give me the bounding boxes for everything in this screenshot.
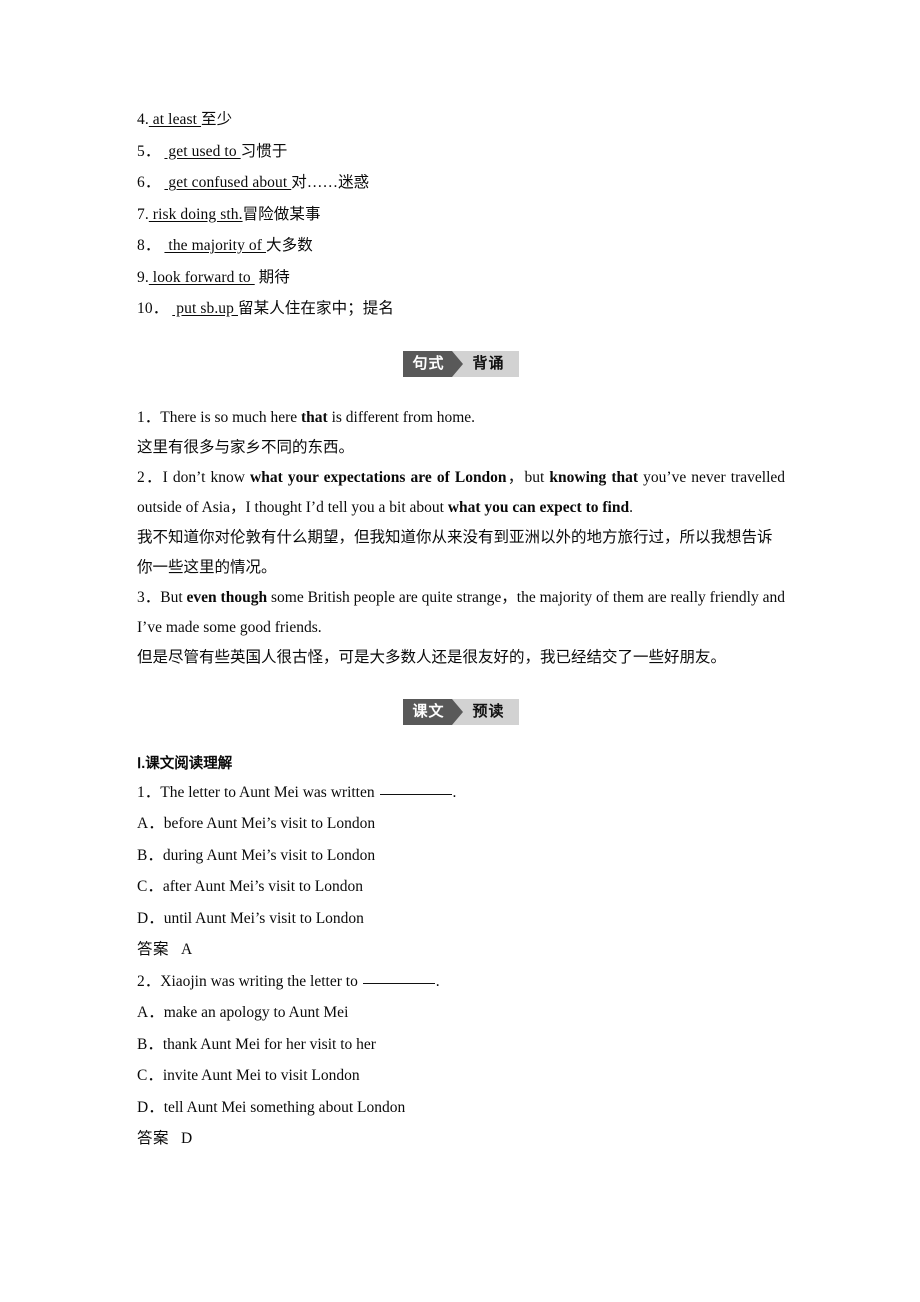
banner-arrow-icon <box>451 350 467 377</box>
answer-value: A <box>181 941 193 958</box>
phrase-chinese: 留某人住在家中；提名 <box>238 300 395 317</box>
section-banner-text-wrap: 课文 预读 <box>137 698 785 725</box>
question-option[interactable]: D．until Aunt Mei’s visit to London <box>137 903 785 935</box>
phrase-number: 10． <box>137 300 169 317</box>
sentence-chinese: 我不知道你对伦敦有什么期望，但我知道你从来没有到亚洲以外的地方旅行过，所以我想告… <box>137 528 773 576</box>
sentence-bold-fragment: knowing that <box>549 468 639 486</box>
sentence-fragment: is different from home. <box>327 408 476 426</box>
banner-dark-label: 课文 <box>403 698 452 725</box>
sentence-fragment: . <box>629 498 633 516</box>
phrase-row: 8． the majority of 大多数 <box>137 230 785 262</box>
section-banner-sentence: 句式 背诵 <box>403 350 519 377</box>
phrase-number: 7. <box>137 205 149 223</box>
question-option[interactable]: A．make an apology to Aunt Mei <box>137 997 785 1029</box>
answer-label: 答案 <box>137 1130 170 1147</box>
banner-light-label: 预读 <box>472 702 505 720</box>
banner-light-label: 背诵 <box>472 354 505 372</box>
answer-label: 答案 <box>137 941 170 958</box>
page-content: 4. at least 至少 5． get used to 习惯于 6． get c… <box>137 104 785 1155</box>
phrase-english: get used to <box>164 142 241 160</box>
sentence-bold-fragment: what you can expect to find <box>447 498 630 516</box>
phrase-chinese: 冒险做某事 <box>242 205 321 223</box>
phrase-list: 4. at least 至少 5． get used to 习惯于 6． get c… <box>137 104 785 325</box>
answer-blank[interactable] <box>362 982 435 984</box>
sentence-chinese: 但是尽管有些英国人很古怪，可是大多数人还是很友好的，我已经结交了一些好朋友。 <box>137 648 727 666</box>
sentence-fragment: 3．But <box>137 588 187 606</box>
answer-value: D <box>181 1130 193 1147</box>
phrase-number: 8． <box>137 237 161 254</box>
sentence-fragment: 2．I don’t know <box>137 468 251 486</box>
sentence-bold-fragment: that <box>301 408 328 426</box>
phrase-chinese: 期待 <box>254 268 290 286</box>
phrase-row: 10． put sb.up 留某人住在家中；提名 <box>137 293 785 325</box>
question-option[interactable]: C．invite Aunt Mei to visit London <box>137 1060 785 1092</box>
question-stem-punctuation: . <box>435 972 440 990</box>
reading-question-list: 1．The letter to Aunt Mei was written . A．… <box>137 777 785 1155</box>
question-stem-text: 2．Xiaojin was writing the letter to <box>137 972 362 990</box>
sentence-english: 2．I don’t know what your expectations ar… <box>137 463 785 523</box>
answer-blank[interactable] <box>379 793 452 795</box>
phrase-english: look forward to <box>148 268 255 286</box>
phrase-row: 5． get used to 习惯于 <box>137 136 785 168</box>
sentence-pattern-list: 1．There is so much here that is differen… <box>137 403 785 673</box>
sentence-fragment: 1．There is so much here <box>137 408 301 426</box>
phrase-chinese: 对……迷惑 <box>291 174 370 191</box>
question-option[interactable]: A．before Aunt Mei’s visit to London <box>137 808 785 840</box>
phrase-row: 4. at least 至少 <box>137 104 785 136</box>
phrase-row: 9. look forward to 期待 <box>137 262 785 294</box>
phrase-number: 4. <box>137 111 149 128</box>
phrase-row: 7. risk doing sth.冒险做某事 <box>137 199 785 231</box>
section-banner-sentence-wrap: 句式 背诵 <box>137 350 785 377</box>
reading-section-heading: Ⅰ.课文阅读理解 <box>137 755 233 772</box>
phrase-row: 6． get confused about 对……迷惑 <box>137 167 785 199</box>
question-stem-text: 1．The letter to Aunt Mei was written <box>137 783 379 801</box>
sentence-bold-fragment: even though <box>186 588 268 606</box>
phrase-chinese: 至少 <box>201 111 233 128</box>
section-banner-text: 课文 预读 <box>403 698 519 725</box>
banner-dark-label: 句式 <box>403 350 452 377</box>
phrase-english: at least <box>148 111 202 128</box>
sentence-chinese: 这里有很多与家乡不同的东西。 <box>137 438 355 456</box>
phrase-number: 9. <box>137 268 149 286</box>
phrase-english: get confused about <box>164 174 292 191</box>
sentence-fragment: ，but <box>506 468 550 486</box>
sentence-bold-fragment: what your expectations are of London <box>250 468 507 486</box>
question-stem: 1．The letter to Aunt Mei was written . <box>137 777 785 809</box>
question-option[interactable]: C．after Aunt Mei’s visit to London <box>137 871 785 903</box>
sentence-english: 3．But even though some British people ar… <box>137 583 785 643</box>
sentence-english: 1．There is so much here that is differen… <box>137 403 785 433</box>
question-option[interactable]: B．thank Aunt Mei for her visit to her <box>137 1029 785 1061</box>
phrase-number: 6． <box>137 174 161 191</box>
question-stem-punctuation: . <box>452 783 457 801</box>
banner-arrow-icon <box>451 698 467 725</box>
question-option[interactable]: D．tell Aunt Mei something about London <box>137 1092 785 1124</box>
question-stem: 2．Xiaojin was writing the letter to . <box>137 966 785 998</box>
phrase-english: the majority of <box>164 237 267 254</box>
answer-row: 答案 D <box>137 1123 785 1155</box>
phrase-chinese: 大多数 <box>266 237 313 254</box>
phrase-english: risk doing sth. <box>148 205 243 223</box>
phrase-english: put sb.up <box>172 300 238 317</box>
question-option[interactable]: B．during Aunt Mei’s visit to London <box>137 840 785 872</box>
document-page: 4. at least 至少 5． get used to 习惯于 6． get c… <box>0 0 920 1302</box>
answer-row: 答案 A <box>137 934 785 966</box>
phrase-number: 5． <box>137 142 161 160</box>
phrase-chinese: 习惯于 <box>240 142 288 160</box>
